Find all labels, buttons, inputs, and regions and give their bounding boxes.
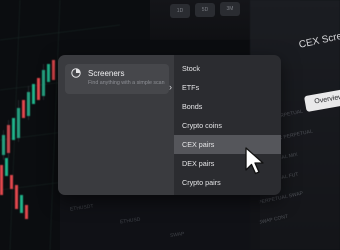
submenu-item-etfs[interactable]: ETFs — [174, 78, 281, 97]
mouse-pointer-icon — [245, 147, 264, 175]
menu-category-panel: Screeners Find anything with a simple sc… — [58, 55, 174, 195]
background-list — [60, 194, 260, 250]
background-pill: 5D — [195, 3, 215, 17]
screeners-subtitle: Find anything with a simple scan — [88, 80, 165, 86]
screeners-category[interactable]: Screeners Find anything with a simple sc… — [65, 64, 172, 94]
screeners-title: Screeners — [88, 69, 125, 78]
submenu-item-crypto-coins[interactable]: Crypto coins — [174, 116, 281, 135]
background-pill: 1D — [170, 4, 190, 18]
chevron-right-icon: › — [169, 82, 172, 92]
submenu-item-bonds[interactable]: Bonds — [174, 97, 281, 116]
screener-icon — [71, 68, 81, 78]
background-pill: 3M — [220, 2, 240, 16]
submenu-item-stock[interactable]: Stock — [174, 59, 281, 78]
